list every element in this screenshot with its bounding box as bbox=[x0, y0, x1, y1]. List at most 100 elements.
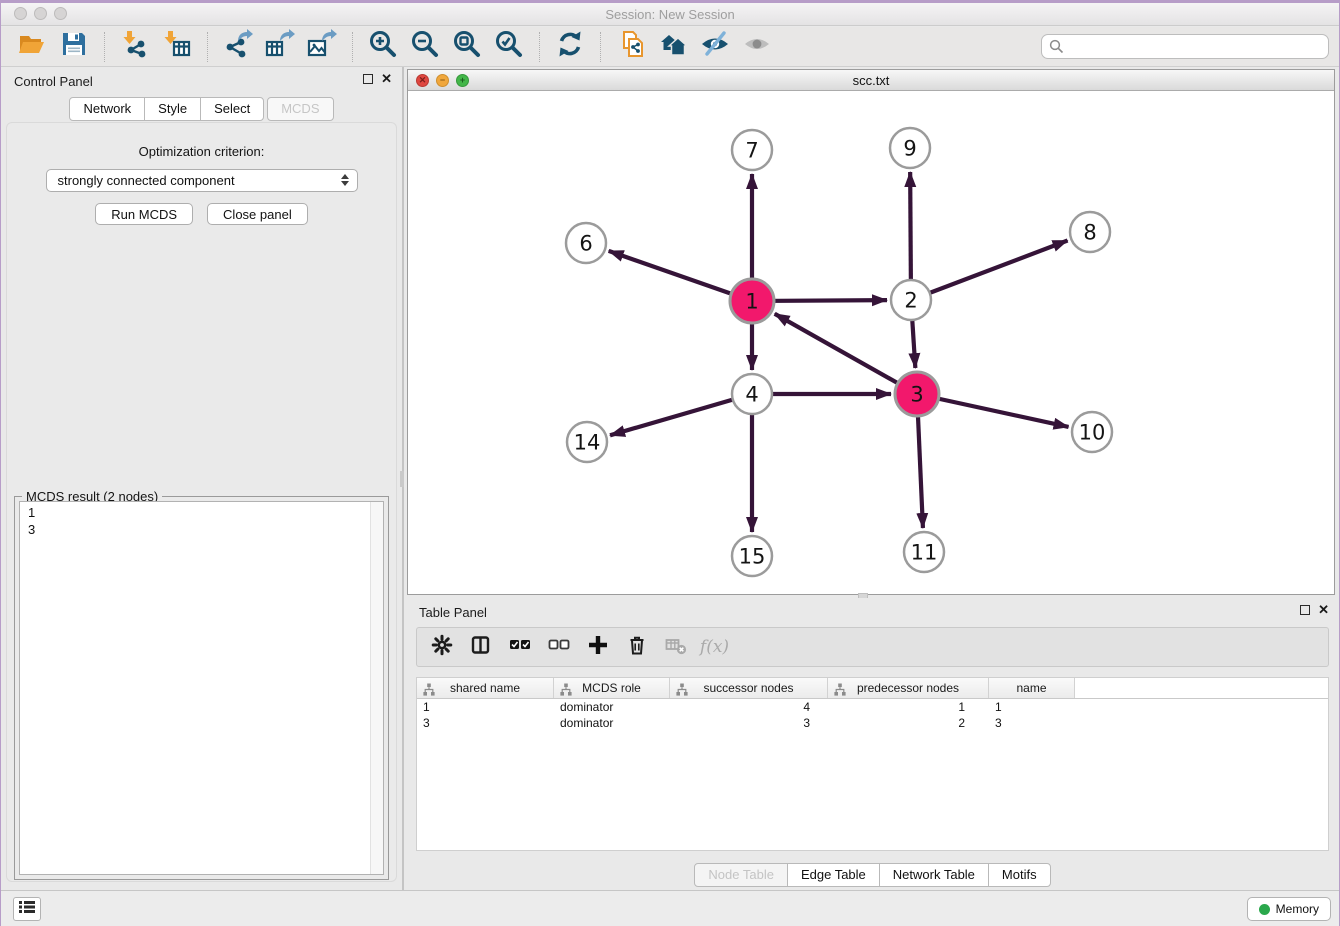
status-bar: Memory bbox=[1, 890, 1339, 926]
clone-network-button[interactable] bbox=[610, 30, 652, 64]
cell-predecessor-nodes[interactable]: 2 bbox=[828, 716, 989, 730]
window-titlebar: Session: New Session bbox=[1, 3, 1339, 26]
import-network-button[interactable] bbox=[114, 30, 156, 64]
tab-select[interactable]: Select bbox=[200, 97, 264, 121]
deselect-all-button[interactable] bbox=[547, 636, 570, 659]
table-row[interactable]: 1 dominator 4 1 1 bbox=[417, 699, 1328, 715]
network-maximize-button[interactable]: + bbox=[456, 74, 469, 87]
vertical-splitter-handle[interactable] bbox=[400, 471, 404, 487]
hide-selected-button[interactable] bbox=[694, 30, 736, 64]
cell-shared-name[interactable]: 1 bbox=[417, 700, 554, 714]
memory-button[interactable]: Memory bbox=[1247, 897, 1331, 921]
zoom-in-button[interactable] bbox=[362, 30, 404, 64]
table-settings-button[interactable] bbox=[430, 636, 453, 659]
main-toolbar bbox=[1, 27, 1339, 67]
graph-node-label: 9 bbox=[903, 137, 916, 161]
network-window-title: scc.txt bbox=[853, 73, 890, 88]
cell-successor-nodes[interactable]: 4 bbox=[670, 700, 828, 714]
show-all-button[interactable] bbox=[736, 30, 778, 64]
hierarchy-icon bbox=[834, 683, 846, 699]
column-header-predecessor-nodes[interactable]: predecessor nodes bbox=[828, 678, 989, 698]
search-input[interactable] bbox=[1041, 34, 1329, 59]
checked-boxes-icon bbox=[509, 634, 531, 661]
save-session-button[interactable] bbox=[53, 30, 95, 64]
control-panel: Control Panel ✕ Network Style Select MCD… bbox=[1, 67, 404, 893]
column-header-mcds-role[interactable]: MCDS role bbox=[554, 678, 670, 698]
column-label: successor nodes bbox=[703, 681, 793, 695]
hierarchy-icon bbox=[676, 683, 688, 699]
hierarchy-icon bbox=[560, 683, 572, 699]
network-close-button[interactable]: ✕ bbox=[416, 74, 429, 87]
function-builder-button[interactable]: f(x) bbox=[703, 636, 726, 659]
minimize-window-button[interactable] bbox=[34, 7, 47, 20]
eye-slash-icon bbox=[700, 29, 730, 64]
tab-edge-table[interactable]: Edge Table bbox=[787, 863, 880, 887]
run-mcds-button[interactable]: Run MCDS bbox=[95, 203, 193, 225]
tab-style[interactable]: Style bbox=[144, 97, 201, 121]
control-panel-title: Control Panel bbox=[14, 74, 93, 89]
zoom-out-button[interactable] bbox=[404, 30, 446, 64]
export-table-button[interactable] bbox=[259, 30, 301, 64]
tab-network-table[interactable]: Network Table bbox=[879, 863, 989, 887]
refresh-button[interactable] bbox=[549, 30, 591, 64]
cell-predecessor-nodes[interactable]: 1 bbox=[828, 700, 989, 714]
cell-shared-name[interactable]: 3 bbox=[417, 716, 554, 730]
graph-edge[interactable] bbox=[911, 241, 1068, 300]
home-button[interactable] bbox=[652, 30, 694, 64]
column-header-shared-name[interactable]: shared name bbox=[417, 678, 554, 698]
cell-name[interactable]: 1 bbox=[989, 700, 1075, 714]
mcds-panel: Optimization criterion: strongly connect… bbox=[6, 122, 397, 882]
unchecked-boxes-icon bbox=[548, 634, 570, 661]
tab-motifs[interactable]: Motifs bbox=[988, 863, 1051, 887]
tab-mcds[interactable]: MCDS bbox=[267, 97, 333, 121]
column-header-successor-nodes[interactable]: successor nodes bbox=[670, 678, 828, 698]
zoom-fit-button[interactable] bbox=[446, 30, 488, 64]
zoom-selected-button[interactable] bbox=[488, 30, 530, 64]
close-table-panel-icon[interactable]: ✕ bbox=[1318, 605, 1329, 615]
float-panel-icon[interactable] bbox=[363, 74, 373, 84]
delete-column-button[interactable] bbox=[625, 636, 648, 659]
columns-icon bbox=[470, 634, 492, 661]
mcds-result-textarea[interactable]: 1 3 bbox=[19, 501, 384, 875]
network-minimize-button[interactable]: − bbox=[436, 74, 449, 87]
cell-mcds-role[interactable]: dominator bbox=[554, 716, 670, 730]
cell-successor-nodes[interactable]: 3 bbox=[670, 716, 828, 730]
select-all-button[interactable] bbox=[508, 636, 531, 659]
criterion-selected-value: strongly connected component bbox=[58, 173, 235, 188]
graph-edge[interactable] bbox=[775, 314, 917, 394]
cell-name[interactable]: 3 bbox=[989, 716, 1075, 730]
search-icon bbox=[1049, 39, 1064, 59]
graph-node-label: 4 bbox=[745, 383, 758, 407]
open-session-button[interactable] bbox=[11, 30, 53, 64]
add-column-button[interactable] bbox=[586, 636, 609, 659]
show-columns-button[interactable] bbox=[469, 636, 492, 659]
zoom-window-button[interactable] bbox=[54, 7, 67, 20]
criterion-select[interactable]: strongly connected component bbox=[46, 169, 358, 192]
network-canvas[interactable]: 1234678910111415 bbox=[408, 92, 1334, 594]
search-container bbox=[1041, 34, 1329, 59]
float-table-panel-icon[interactable] bbox=[1300, 605, 1310, 615]
tab-node-table[interactable]: Node Table bbox=[694, 863, 788, 887]
import-network-icon bbox=[120, 29, 150, 64]
table-panel-header: Table Panel ✕ bbox=[406, 598, 1339, 626]
graph-node-label: 6 bbox=[579, 232, 592, 256]
cell-mcds-role[interactable]: dominator bbox=[554, 700, 670, 714]
result-scrollbar[interactable] bbox=[370, 502, 383, 874]
select-spinner-icon bbox=[341, 174, 349, 186]
plus-icon bbox=[587, 634, 609, 661]
close-panel-icon[interactable]: ✕ bbox=[381, 74, 392, 84]
graph-node-label: 3 bbox=[910, 383, 923, 407]
graph-edge[interactable] bbox=[610, 394, 752, 435]
task-history-button[interactable] bbox=[13, 897, 41, 921]
close-window-button[interactable] bbox=[14, 7, 27, 20]
export-network-button[interactable] bbox=[217, 30, 259, 64]
network-view-window: ✕ − + scc.txt 1234678910111415 bbox=[407, 69, 1335, 595]
delete-table-button[interactable] bbox=[664, 636, 687, 659]
toolbar-separator bbox=[207, 32, 208, 62]
close-panel-button[interactable]: Close panel bbox=[207, 203, 308, 225]
import-table-button[interactable] bbox=[156, 30, 198, 64]
tab-network[interactable]: Network bbox=[69, 97, 145, 121]
column-header-name[interactable]: name bbox=[989, 678, 1075, 698]
table-row[interactable]: 3 dominator 3 2 3 bbox=[417, 715, 1328, 731]
export-image-button[interactable] bbox=[301, 30, 343, 64]
